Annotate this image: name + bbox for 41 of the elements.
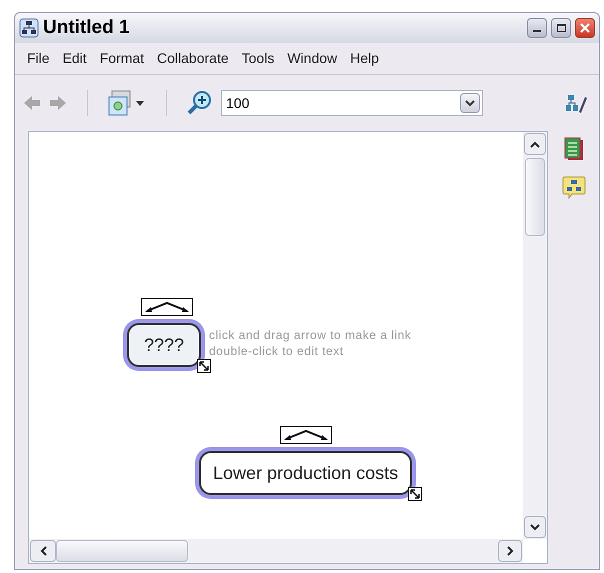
menu-item[interactable]: Collaborate: [157, 48, 229, 69]
list-icon[interactable]: [564, 137, 584, 161]
chevron-down-icon: [530, 524, 540, 530]
menu-item[interactable]: File: [27, 48, 50, 69]
hint-text: double-click to edit text: [209, 343, 345, 359]
chevron-right-icon: [506, 546, 514, 556]
menu-item[interactable]: Help: [350, 48, 379, 69]
scroll-thumb[interactable]: [525, 158, 545, 236]
zoom-combobox[interactable]: 100: [221, 90, 483, 116]
hint-text: click and drag arrow to make a link: [209, 327, 412, 343]
horizontal-scrollbar[interactable]: [29, 539, 523, 563]
link-handle-icon[interactable]: [280, 426, 332, 444]
minimize-button[interactable]: [527, 18, 547, 38]
scroll-left-button[interactable]: [30, 540, 56, 562]
scroll-up-button[interactable]: [524, 133, 546, 155]
menu-item[interactable]: Format: [100, 48, 144, 69]
vertical-scrollbar[interactable]: [523, 132, 547, 539]
edit-structure-icon[interactable]: [565, 92, 587, 114]
maximize-button[interactable]: [551, 18, 571, 38]
zoom-icon[interactable]: [187, 90, 213, 116]
chevron-up-icon: [530, 140, 540, 148]
chevron-down-icon: [465, 100, 475, 106]
resize-handle-icon[interactable]: [197, 359, 211, 373]
window-title: Untitled 1: [43, 16, 131, 40]
view-menu-icon[interactable]: [108, 89, 146, 117]
dropdown-button[interactable]: [460, 93, 480, 113]
chevron-left-icon: [40, 546, 46, 556]
scroll-down-button[interactable]: [524, 516, 546, 538]
scroll-right-button[interactable]: [498, 540, 522, 562]
menu-item[interactable]: Window: [287, 48, 338, 69]
resize-handle-icon[interactable]: [408, 487, 422, 501]
scroll-thumb[interactable]: [56, 540, 188, 562]
close-icon: [580, 23, 590, 33]
zoom-value: 100: [226, 94, 250, 112]
link-handle-icon[interactable]: [141, 298, 193, 316]
menu-item[interactable]: Edit: [62, 48, 87, 69]
menu-item[interactable]: Tools: [242, 48, 274, 69]
close-button[interactable]: [575, 18, 595, 38]
map-canvas[interactable]: ???? click and drag arrow to make a link double-click to edit text Lower production costs: [28, 131, 548, 564]
chat-icon[interactable]: [562, 175, 586, 199]
app-icon: [19, 18, 39, 38]
